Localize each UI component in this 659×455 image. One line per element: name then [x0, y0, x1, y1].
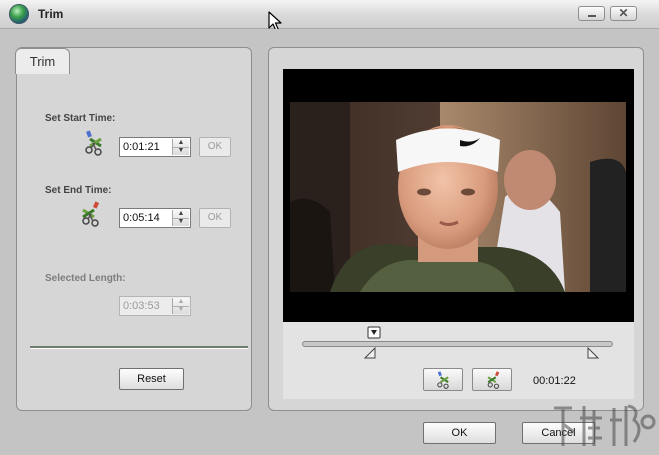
reset-button[interactable]: Reset — [119, 368, 184, 390]
app-globe-icon — [9, 4, 29, 24]
start-ok-button[interactable]: OK — [199, 137, 231, 157]
spin-down-icon: ▼ — [177, 306, 185, 313]
end-ok-button[interactable]: OK — [199, 208, 231, 228]
divider — [30, 346, 248, 349]
watermark-logo — [554, 404, 656, 446]
current-time: 00:01:22 — [533, 375, 576, 387]
set-start-button[interactable] — [423, 368, 463, 391]
trim-settings-panel — [16, 47, 252, 411]
close-icon: ✕ — [618, 6, 629, 20]
scissors-end-icon — [82, 201, 100, 227]
scissors-end-icon — [487, 371, 500, 389]
ok-button[interactable]: OK — [423, 422, 496, 444]
scissors-start-icon — [85, 130, 102, 156]
end-time-spinner[interactable]: ▲▼ — [119, 208, 191, 228]
spin-down-icon[interactable]: ▼ — [173, 218, 189, 226]
title-bar: Trim ✕ — [0, 0, 659, 29]
scissors-start-icon — [437, 371, 449, 389]
selected-length-input — [123, 298, 171, 314]
end-marker-handle[interactable] — [587, 347, 599, 359]
start-time-input[interactable] — [123, 139, 171, 155]
start-marker-handle[interactable] — [364, 347, 376, 359]
start-time-spinner[interactable]: ▲▼ — [119, 137, 191, 157]
minimize-button[interactable] — [578, 6, 605, 21]
end-time-input[interactable] — [123, 210, 171, 226]
playhead-handle[interactable] — [367, 326, 381, 339]
window-title: Trim — [38, 7, 64, 21]
selected-length-spinner: ▲▼ — [119, 296, 191, 316]
start-time-label: Set Start Time: — [45, 113, 116, 124]
end-time-label: Set End Time: — [45, 185, 112, 196]
selected-length-label: Selected Length: — [45, 273, 126, 284]
tab-trim[interactable]: Trim — [15, 48, 70, 74]
timeline-slider[interactable] — [302, 341, 613, 347]
close-button[interactable]: ✕ — [610, 6, 637, 21]
spin-down-icon[interactable]: ▼ — [173, 147, 189, 155]
set-end-button[interactable] — [472, 368, 512, 391]
video-frame — [290, 102, 626, 292]
